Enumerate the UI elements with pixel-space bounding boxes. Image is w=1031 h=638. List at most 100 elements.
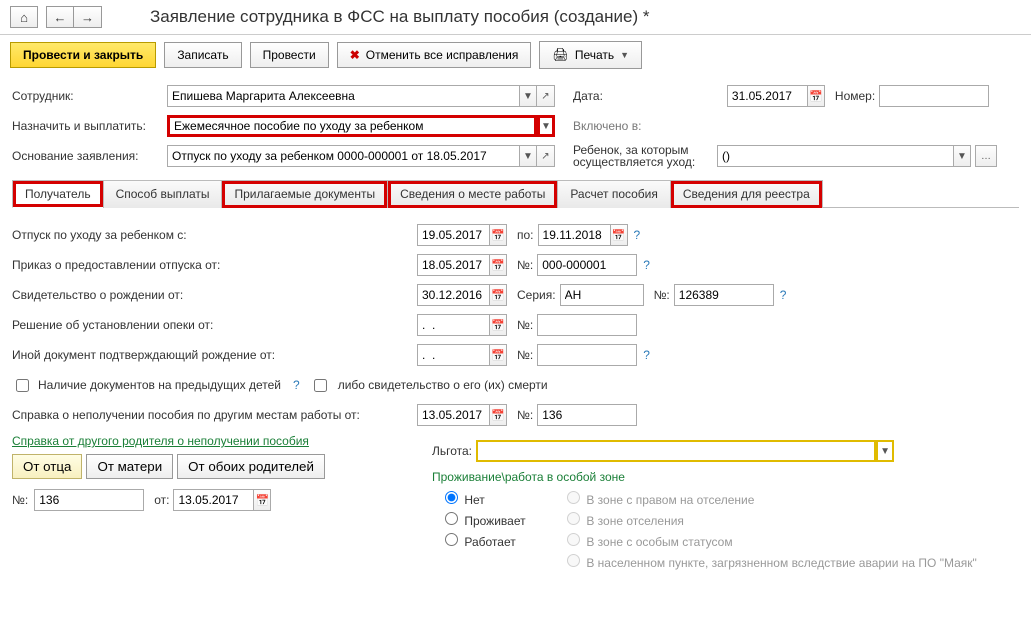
assign-input[interactable] <box>167 115 537 137</box>
zone-live-radio[interactable] <box>445 512 458 525</box>
tab-calculation[interactable]: Расчет пособия <box>557 180 671 208</box>
forward-icon[interactable]: → <box>74 6 102 28</box>
chevron-down-icon[interactable]: ▼ <box>537 115 555 137</box>
employee-input[interactable] <box>167 85 519 107</box>
leave-from-label: Отпуск по уходу за ребенком с: <box>12 228 417 242</box>
other-doc-label: Иной документ подтверждающий рождение от… <box>12 348 417 362</box>
chevron-down-icon[interactable]: ▼ <box>953 145 971 167</box>
home-icon[interactable]: ⌂ <box>10 6 38 28</box>
guardianship-label: Решение об установлении опеки от: <box>12 318 417 332</box>
print-label: Печать <box>575 48 614 62</box>
more-button[interactable]: … <box>975 145 997 167</box>
series-input[interactable] <box>560 284 644 306</box>
leave-to-input[interactable] <box>538 224 610 246</box>
page-title: Заявление сотрудника в ФСС на выплату по… <box>150 7 649 27</box>
help-icon[interactable]: ? <box>643 258 650 272</box>
help-icon[interactable]: ? <box>643 348 650 362</box>
cancel-corrections-button[interactable]: ✖ Отменить все исправления <box>337 42 532 68</box>
post-button[interactable]: Провести <box>250 42 329 68</box>
print-button[interactable]: 🖨 Печать ▼ <box>539 41 642 69</box>
zone-work-radio[interactable] <box>445 533 458 546</box>
zone-mayak-radio <box>567 554 580 567</box>
benefit-label: Льгота: <box>432 444 472 458</box>
open-icon[interactable]: ↗ <box>537 145 555 167</box>
benefit-input[interactable] <box>476 440 876 462</box>
save-button[interactable]: Записать <box>164 42 241 68</box>
tab-attached-docs[interactable]: Прилагаемые документы <box>221 180 388 208</box>
from-mother-button[interactable]: От матери <box>86 454 173 479</box>
number-label: Номер: <box>835 89 875 103</box>
prev-children-docs-label: Наличие документов на предыдущих детей <box>38 378 281 392</box>
printer-icon: 🖨 <box>552 47 569 63</box>
help-icon[interactable]: ? <box>780 288 787 302</box>
tab-recipient[interactable]: Получатель <box>12 180 104 208</box>
help-icon[interactable]: ? <box>634 228 641 242</box>
death-cert-checkbox[interactable] <box>314 379 327 392</box>
guardianship-num-input[interactable] <box>537 314 637 336</box>
zone-right-radio <box>567 491 580 504</box>
chevron-down-icon[interactable]: ▼ <box>519 145 537 167</box>
other-doc-num-input[interactable] <box>537 344 637 366</box>
back-icon[interactable]: ← <box>46 6 74 28</box>
date-label: Дата: <box>573 89 603 103</box>
ref-from-input[interactable] <box>173 489 253 511</box>
other-doc-date-input[interactable] <box>417 344 489 366</box>
num-label: №: <box>517 258 533 272</box>
zone-title: Проживание\работа в особой зоне <box>432 470 1019 484</box>
basis-label: Основание заявления: <box>12 149 167 163</box>
calendar-icon[interactable]: 📅 <box>807 85 825 107</box>
other-parent-cert-link[interactable]: Справка от другого родителя о неполучени… <box>12 434 309 448</box>
tab-payment-method[interactable]: Способ выплаты <box>103 180 223 208</box>
from-father-button[interactable]: От отца <box>12 454 82 479</box>
child-label: Ребенок, за которым осуществляется уход: <box>573 144 713 168</box>
calendar-icon[interactable]: 📅 <box>489 314 507 336</box>
post-and-close-button[interactable]: Провести и закрыть <box>10 42 156 68</box>
ref-from-label: от: <box>154 493 169 507</box>
cancel-icon: ✖ <box>350 48 360 62</box>
number-input[interactable] <box>879 85 989 107</box>
nonreceipt-date-input[interactable] <box>417 404 489 426</box>
order-date-input[interactable] <box>417 254 489 276</box>
calendar-icon[interactable]: 📅 <box>489 284 507 306</box>
zone-no-label: Нет <box>464 493 484 507</box>
open-icon[interactable]: ↗ <box>537 85 555 107</box>
zone-special-radio <box>567 533 580 546</box>
child-input[interactable] <box>717 145 953 167</box>
date-input[interactable] <box>727 85 807 107</box>
prev-children-docs-checkbox[interactable] <box>16 379 29 392</box>
assign-label: Назначить и выплатить: <box>12 119 167 133</box>
nonreceipt-num-input[interactable] <box>537 404 637 426</box>
zone-mayak-label: В населенном пункте, загрязненном вследс… <box>586 556 976 570</box>
zone-live-label: Проживает <box>464 514 525 528</box>
o-num-label: №: <box>517 348 533 362</box>
order-label: Приказ о предоставлении отпуска от: <box>12 258 417 272</box>
nr-num-label: №: <box>517 408 533 422</box>
calendar-icon[interactable]: 📅 <box>253 489 271 511</box>
order-num-input[interactable] <box>537 254 637 276</box>
basis-input[interactable] <box>167 145 519 167</box>
tab-registry-info[interactable]: Сведения для реестра <box>670 180 823 208</box>
zone-no-radio[interactable] <box>445 491 458 504</box>
to-label: по: <box>517 228 534 242</box>
calendar-icon[interactable]: 📅 <box>489 344 507 366</box>
calendar-icon[interactable]: 📅 <box>610 224 628 246</box>
zone-right-label: В зоне с правом на отселение <box>586 493 754 507</box>
birth-cert-date-input[interactable] <box>417 284 489 306</box>
series-label: Серия: <box>517 288 556 302</box>
guardianship-date-input[interactable] <box>417 314 489 336</box>
zone-work-label: Работает <box>464 535 515 549</box>
chevron-down-icon[interactable]: ▼ <box>519 85 537 107</box>
g-num-label: №: <box>517 318 533 332</box>
tab-work-info[interactable]: Сведения о месте работы <box>387 180 558 208</box>
from-both-button[interactable]: От обоих родителей <box>177 454 325 479</box>
ref-num-input[interactable] <box>34 489 144 511</box>
help-icon[interactable]: ? <box>293 378 300 392</box>
cert-num-label: №: <box>654 288 670 302</box>
cert-num-input[interactable] <box>674 284 774 306</box>
calendar-icon[interactable]: 📅 <box>489 254 507 276</box>
calendar-icon[interactable]: 📅 <box>489 404 507 426</box>
chevron-down-icon[interactable]: ▼ <box>876 440 894 462</box>
chevron-down-icon: ▼ <box>620 50 629 60</box>
calendar-icon[interactable]: 📅 <box>489 224 507 246</box>
leave-from-input[interactable] <box>417 224 489 246</box>
